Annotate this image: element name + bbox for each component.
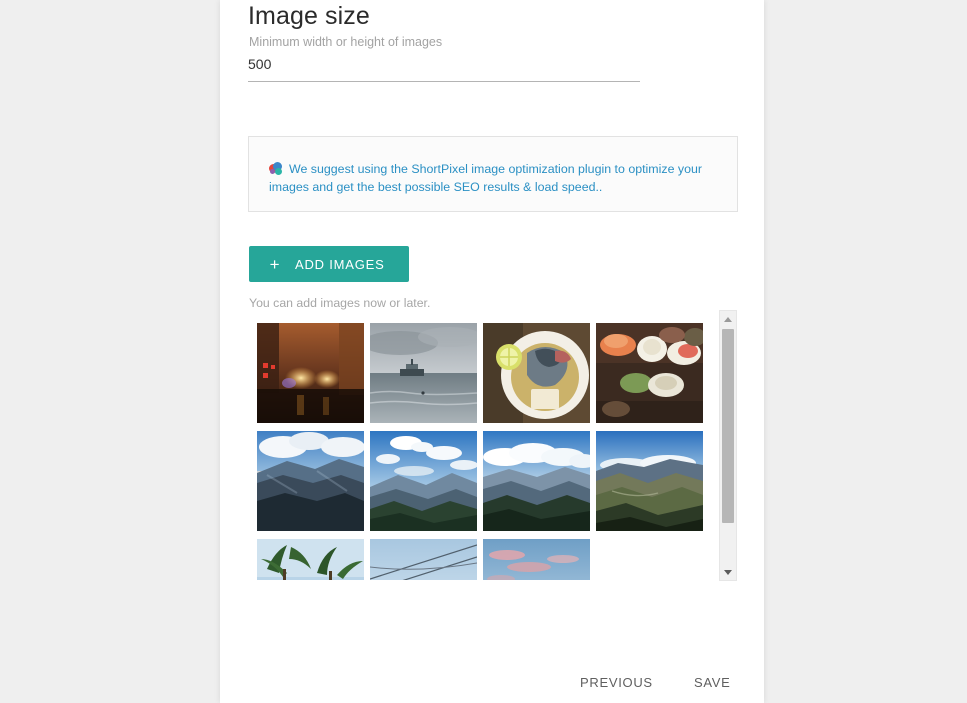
- thumbnail-mountain-range-blue-sky[interactable]: [370, 431, 477, 531]
- image-gallery[interactable]: [257, 323, 739, 580]
- thumbnail-power-lines-sky[interactable]: [370, 539, 477, 580]
- add-images-label: ADD IMAGES: [295, 256, 385, 272]
- page-subtitle: Minimum width or height of images: [249, 35, 443, 49]
- thumbnail-mountain-range-clouds-dark[interactable]: [257, 431, 364, 531]
- previous-button[interactable]: PREVIOUS: [572, 669, 661, 696]
- shortpixel-notice: We suggest using the ShortPixel image op…: [248, 136, 738, 212]
- add-images-hint: You can add images now or later.: [249, 296, 431, 310]
- add-images-button[interactable]: + ADD IMAGES: [249, 246, 409, 282]
- image-size-field: [248, 56, 640, 82]
- image-size-input[interactable]: [248, 56, 640, 82]
- thumbnail-pink-sunset-clouds[interactable]: [483, 539, 590, 580]
- page-title: Image size: [248, 2, 370, 30]
- thumbnail-foggy-street-night[interactable]: [257, 323, 364, 423]
- wizard-footer: PREVIOUS SAVE: [220, 660, 764, 700]
- scroll-down-icon[interactable]: [720, 564, 736, 580]
- thumbnail-fish-soup-bowl[interactable]: [483, 323, 590, 423]
- wizard-card: Image size Minimum width or height of im…: [220, 0, 764, 703]
- notice-text[interactable]: We suggest using the ShortPixel image op…: [269, 162, 702, 194]
- scrollbar-thumb[interactable]: [722, 329, 734, 523]
- thumbnail-mountain-ridge-sunlit[interactable]: [596, 431, 703, 531]
- thumbnail-grid: [257, 323, 739, 580]
- shortpixel-logo-icon: [269, 162, 283, 176]
- thumbnail-palm-trees-sky[interactable]: [257, 539, 364, 580]
- thumbnail-seafood-table-spread[interactable]: [596, 323, 703, 423]
- app-background: Image size Minimum width or height of im…: [0, 0, 967, 703]
- thumbnail-boat-on-grey-sea[interactable]: [370, 323, 477, 423]
- plus-icon: +: [269, 254, 281, 274]
- save-button[interactable]: SAVE: [686, 669, 739, 696]
- notice-content: We suggest using the ShortPixel image op…: [269, 160, 715, 196]
- thumbnail-mountain-range-cloud-band[interactable]: [483, 431, 590, 531]
- scroll-up-icon[interactable]: [720, 311, 736, 327]
- gallery-scrollbar[interactable]: [719, 310, 737, 581]
